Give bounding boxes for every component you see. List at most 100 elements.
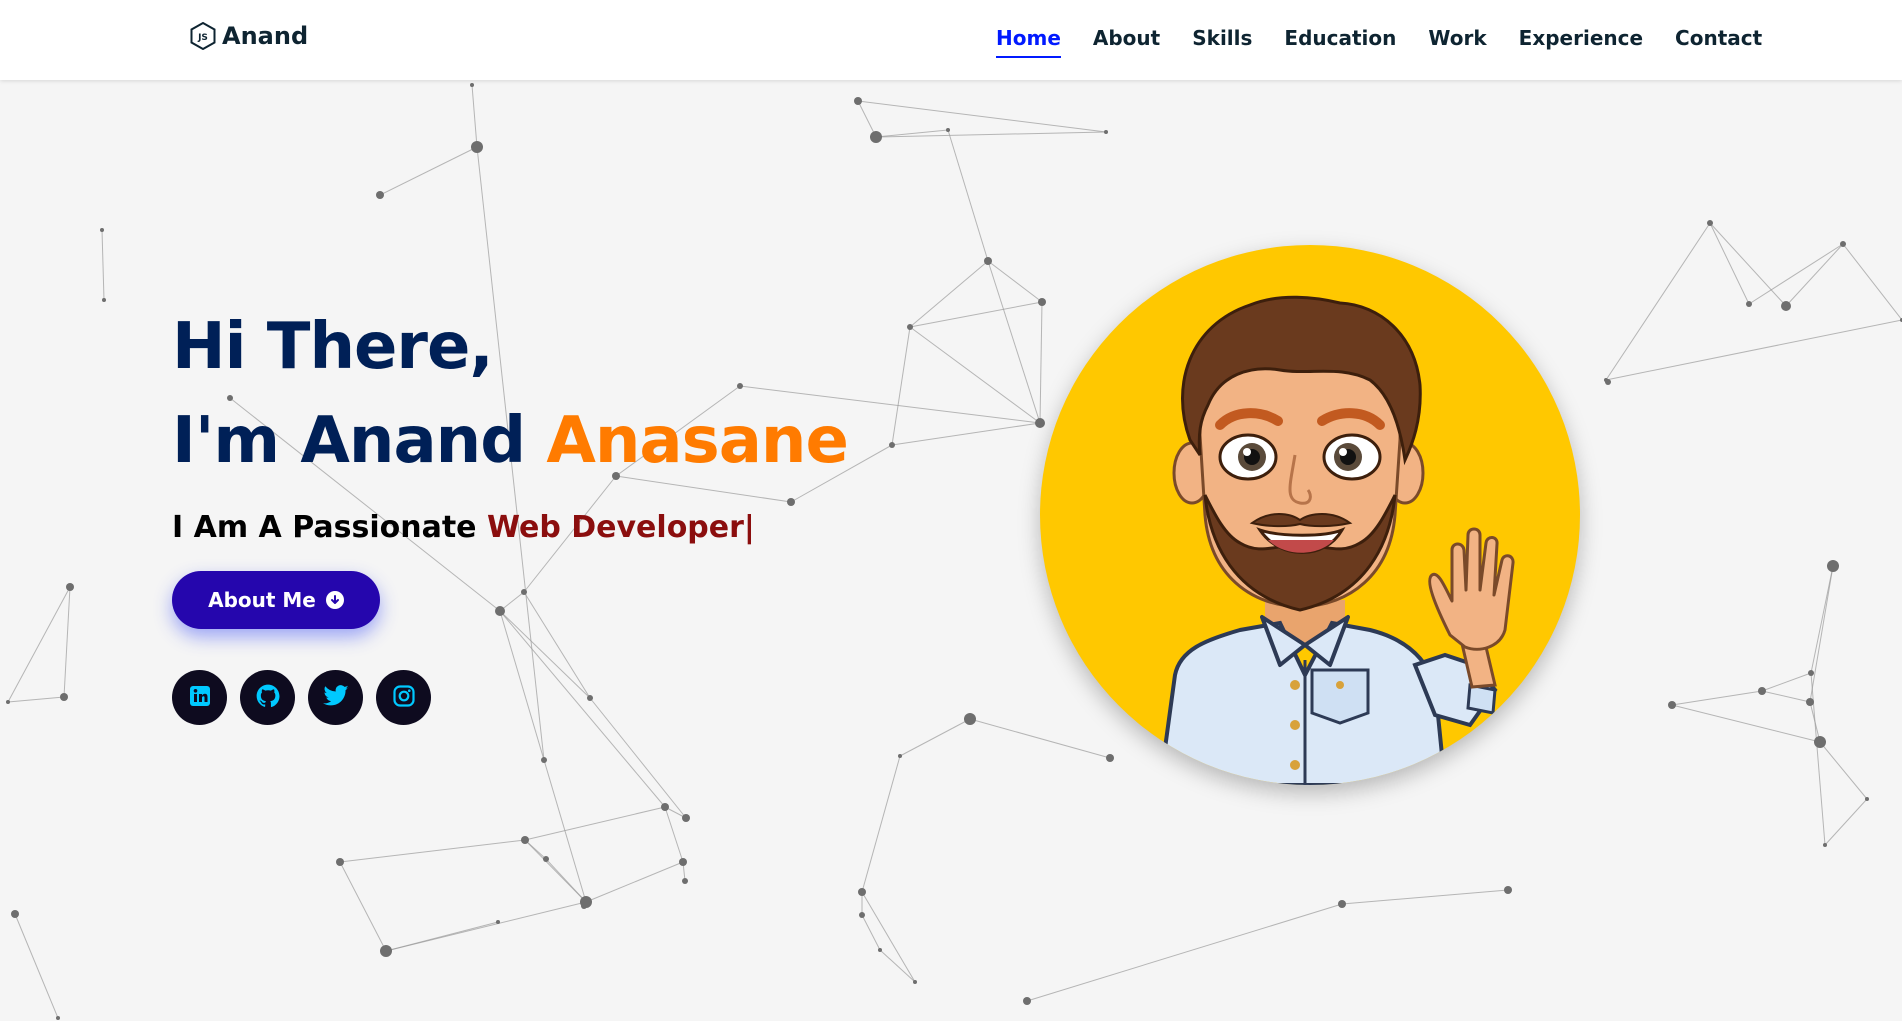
network-node xyxy=(1668,701,1676,709)
network-link xyxy=(339,861,387,952)
network-node xyxy=(898,754,902,758)
hero-intro: I'm Anand Anasane xyxy=(172,394,849,488)
network-link xyxy=(1605,222,1711,381)
network-link xyxy=(861,755,901,893)
network-link xyxy=(1605,319,1902,381)
network-node xyxy=(66,583,74,591)
network-node xyxy=(56,1016,60,1020)
nav-home[interactable]: Home xyxy=(996,26,1061,58)
network-node xyxy=(380,945,392,957)
network-link xyxy=(63,586,71,698)
nav-skills[interactable]: Skills xyxy=(1192,26,1252,58)
network-node xyxy=(521,589,527,595)
network-node xyxy=(1823,843,1827,847)
network-node xyxy=(587,695,593,701)
network-node xyxy=(964,713,976,725)
network-node xyxy=(1338,900,1346,908)
network-link xyxy=(524,806,666,841)
network-link xyxy=(1761,690,1811,703)
brand-logo[interactable]: JS Anand xyxy=(190,22,308,50)
network-link xyxy=(857,100,877,138)
network-link xyxy=(585,861,684,903)
network-link xyxy=(7,586,71,703)
waving-character-illustration xyxy=(1157,295,1515,785)
network-node xyxy=(1814,736,1826,748)
network-node xyxy=(11,910,19,918)
network-link xyxy=(1824,798,1868,846)
network-node xyxy=(870,131,882,143)
network-node xyxy=(913,980,917,984)
network-link xyxy=(1809,565,1834,703)
network-link xyxy=(1039,301,1043,424)
network-node xyxy=(1746,301,1752,307)
about-me-button[interactable]: About Me xyxy=(172,571,380,629)
network-link xyxy=(987,260,1043,303)
network-link xyxy=(891,422,1041,446)
typed-role: Web Developer| xyxy=(486,510,755,545)
github-link[interactable] xyxy=(240,670,295,725)
instagram-icon xyxy=(392,684,416,712)
network-link xyxy=(909,301,1043,328)
instagram-link[interactable] xyxy=(376,670,431,725)
network-node xyxy=(1827,560,1839,572)
nav-work[interactable]: Work xyxy=(1428,26,1486,58)
network-node xyxy=(543,856,549,862)
network-node xyxy=(495,606,505,616)
hero-greeting: Hi There, xyxy=(172,310,494,384)
network-node xyxy=(984,257,992,265)
network-node xyxy=(1038,298,1046,306)
network-node xyxy=(679,858,687,866)
network-node xyxy=(1605,379,1611,385)
network-node xyxy=(102,298,106,302)
network-node xyxy=(6,700,10,704)
network-link xyxy=(899,718,971,757)
network-link xyxy=(499,610,545,761)
network-node xyxy=(541,757,547,763)
nav-menu: Home About Skills Education Work Experie… xyxy=(996,26,1794,58)
nav-contact[interactable]: Contact xyxy=(1675,26,1762,58)
network-link xyxy=(1671,690,1763,706)
network-node xyxy=(1707,220,1713,226)
network-node xyxy=(496,920,500,924)
network-link xyxy=(589,697,687,819)
network-link xyxy=(1341,889,1509,905)
network-link xyxy=(969,718,1111,759)
network-link xyxy=(524,839,547,860)
network-node xyxy=(946,128,950,132)
network-node xyxy=(1023,997,1031,1005)
network-node xyxy=(1504,886,1512,894)
network-link xyxy=(14,913,59,1019)
network-node xyxy=(907,324,913,330)
brand-name: Anand xyxy=(222,22,309,50)
network-node xyxy=(859,912,865,918)
network-link xyxy=(891,326,911,446)
twitter-icon xyxy=(322,684,349,711)
nav-about[interactable]: About xyxy=(1093,26,1160,58)
network-link xyxy=(339,839,526,863)
github-icon xyxy=(255,683,281,713)
network-node xyxy=(854,97,862,105)
network-link xyxy=(857,100,1107,133)
about-me-button-label: About Me xyxy=(208,588,316,612)
linkedin-link[interactable] xyxy=(172,670,227,725)
network-node xyxy=(858,888,866,896)
twitter-link[interactable] xyxy=(308,670,363,725)
network-link xyxy=(101,229,105,301)
network-link xyxy=(499,610,666,808)
nav-education[interactable]: Education xyxy=(1284,26,1396,58)
network-link xyxy=(471,84,478,148)
network-link xyxy=(1761,672,1812,692)
network-link xyxy=(1819,741,1868,800)
network-link xyxy=(1810,672,1826,846)
network-link xyxy=(879,949,916,983)
network-node xyxy=(1865,797,1869,801)
network-link xyxy=(1671,704,1821,743)
network-node xyxy=(889,442,895,448)
network-node xyxy=(471,141,483,153)
hero-intro-surname: Anasane xyxy=(546,404,849,478)
arrow-circle-down-icon xyxy=(325,591,344,609)
tagline-prefix: I Am A Passionate xyxy=(172,510,487,545)
nav-experience[interactable]: Experience xyxy=(1519,26,1643,58)
network-link xyxy=(523,591,591,699)
network-node xyxy=(1106,754,1114,762)
